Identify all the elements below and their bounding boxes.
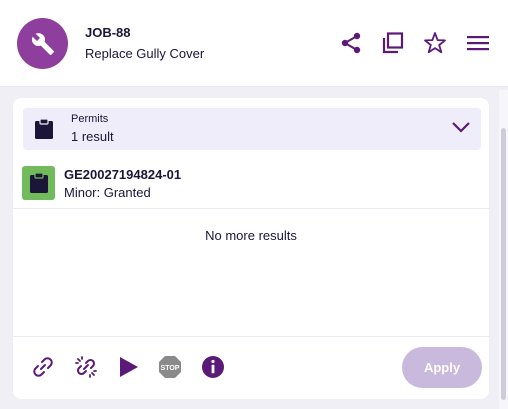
clipboard-icon bbox=[35, 118, 53, 139]
menu-icon bbox=[467, 36, 489, 51]
apply-button[interactable]: Apply bbox=[402, 347, 482, 388]
play-button[interactable] bbox=[116, 355, 140, 379]
unlink-button[interactable] bbox=[74, 355, 98, 379]
no-more-results-text: No more results bbox=[205, 228, 297, 243]
share-icon bbox=[341, 32, 361, 54]
menu-button[interactable] bbox=[465, 30, 491, 56]
footer-divider bbox=[13, 336, 489, 337]
stop-icon-label: STOP bbox=[161, 365, 180, 372]
wrench-icon bbox=[31, 32, 54, 55]
permits-section-header[interactable]: Permits 1 result bbox=[23, 108, 481, 150]
job-header: JOB-88 Replace Gully Cover bbox=[0, 0, 508, 87]
permit-status-indicator bbox=[22, 166, 55, 200]
info-icon bbox=[202, 356, 224, 378]
star-icon bbox=[424, 32, 446, 54]
info-button[interactable] bbox=[201, 355, 225, 379]
job-title: Replace Gully Cover bbox=[85, 46, 205, 61]
copy-button[interactable] bbox=[380, 30, 406, 56]
permits-label: Permits bbox=[71, 113, 109, 125]
link-icon bbox=[33, 357, 53, 377]
favorite-button[interactable] bbox=[422, 30, 448, 56]
unlink-icon bbox=[75, 356, 97, 378]
job-id: JOB-88 bbox=[85, 25, 131, 40]
permits-count: 1 result bbox=[71, 129, 114, 144]
stop-icon: STOP bbox=[159, 356, 181, 378]
chevron-down-icon[interactable] bbox=[451, 120, 471, 134]
job-avatar bbox=[17, 18, 68, 69]
permit-status: Minor: Granted bbox=[64, 185, 151, 200]
permit-id: GE20027194824-01 bbox=[64, 167, 182, 182]
clipboard-icon bbox=[29, 172, 48, 193]
permit-result-row[interactable]: GE20027194824-01 Minor: Granted bbox=[13, 158, 489, 209]
stop-button[interactable]: STOP bbox=[158, 355, 182, 379]
share-button[interactable] bbox=[338, 30, 364, 56]
play-icon bbox=[120, 357, 138, 377]
link-button[interactable] bbox=[31, 355, 55, 379]
scrollbar-thumb[interactable] bbox=[501, 128, 506, 400]
copy-icon bbox=[382, 32, 404, 54]
